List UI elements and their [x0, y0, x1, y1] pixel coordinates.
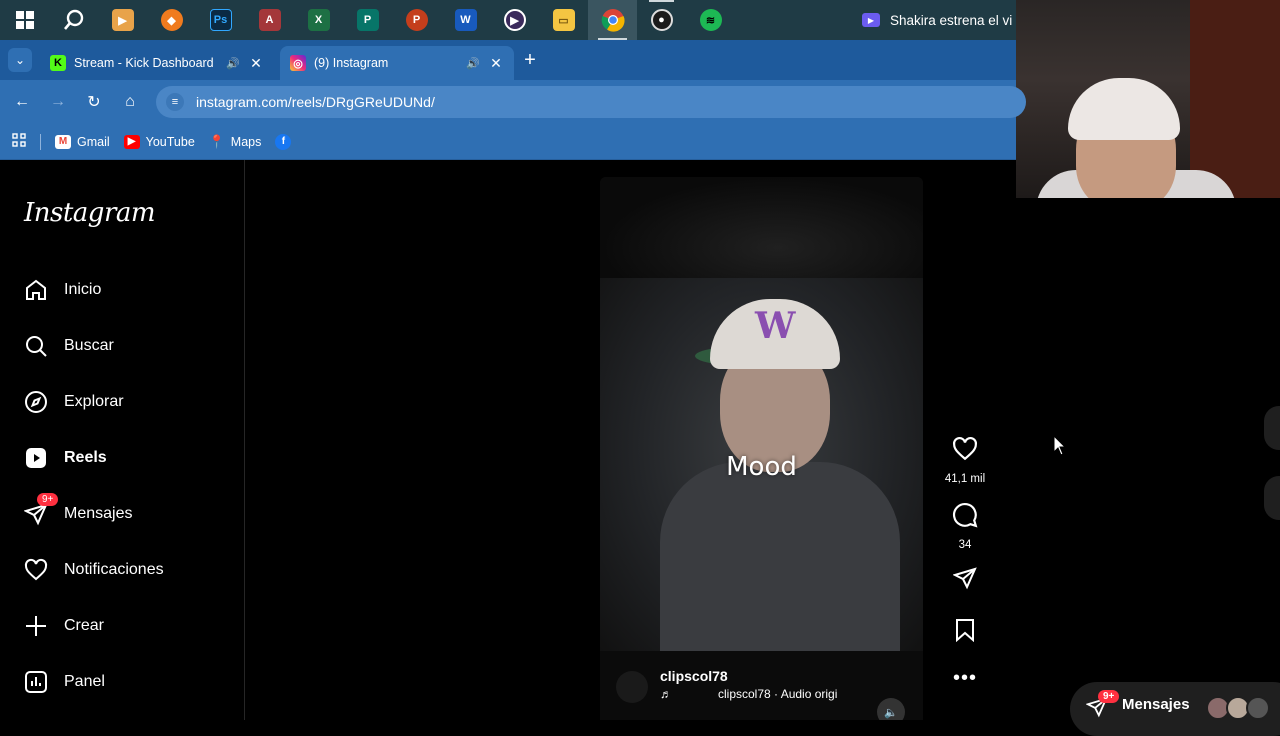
- reel-audio[interactable]: ♬ clipscol78 · Audio origi: [660, 687, 837, 701]
- obs-icon[interactable]: ●: [637, 0, 686, 40]
- browser-toolbar: ← → ↻ ⌂ ≡ instagram.com/reels/DRgGReUDUN…: [0, 80, 1026, 124]
- avatar: [1245, 696, 1270, 720]
- tab-kick[interactable]: K Stream - Kick Dashboard 🔊 ✕: [40, 46, 274, 80]
- speaker-icon[interactable]: 🔊: [226, 57, 240, 70]
- webcam-overlay: [1016, 0, 1280, 198]
- speaker-icon[interactable]: 🔊: [466, 57, 480, 70]
- tab-title: (9) Instagram: [314, 56, 389, 70]
- plus-icon: [24, 614, 48, 638]
- reel-overlay-text: Mood: [726, 452, 797, 482]
- messenger-icon: 9+: [24, 493, 59, 526]
- avatar[interactable]: [616, 671, 648, 703]
- messages-badge: 9+: [37, 493, 59, 506]
- like-button[interactable]: 41,1 mil: [940, 436, 990, 485]
- nav-buscar[interactable]: Buscar: [24, 326, 114, 366]
- nav-explorar[interactable]: Explorar: [24, 382, 124, 422]
- apps-grid-icon[interactable]: [12, 133, 26, 150]
- share-icon: [952, 566, 977, 595]
- nav-inicio[interactable]: Inicio: [24, 270, 101, 310]
- forward-icon[interactable]: →: [46, 90, 70, 114]
- like-count: 41,1 mil: [944, 473, 986, 485]
- home-icon: [24, 278, 48, 302]
- save-button[interactable]: [940, 618, 990, 647]
- browser-tab-bar: ⌄ K Stream - Kick Dashboard 🔊 ✕ ◎ (9) In…: [0, 40, 1016, 80]
- mouse-cursor-icon: [1053, 434, 1067, 462]
- comment-button[interactable]: 34: [940, 502, 990, 551]
- windows-start-icon[interactable]: [0, 0, 49, 40]
- messages-pill-label: Mensajes: [1122, 696, 1190, 713]
- tab-search-button[interactable]: ⌄: [8, 48, 32, 72]
- new-tab-button[interactable]: +: [518, 46, 542, 74]
- word-icon[interactable]: W: [441, 0, 490, 40]
- bookmark-gmail[interactable]: M Gmail: [55, 134, 110, 149]
- heart-icon: [952, 436, 978, 467]
- nav-mensajes[interactable]: 9+ Mensajes: [24, 493, 132, 534]
- instagram-favicon-icon: ◎: [290, 55, 306, 71]
- photoshop-icon[interactable]: Ps: [196, 0, 245, 40]
- comment-count: 34: [958, 539, 972, 551]
- reel-username[interactable]: clipscol78: [660, 668, 728, 684]
- media-player-icon[interactable]: ▶: [98, 0, 147, 40]
- spotify-icon[interactable]: ≋: [686, 0, 735, 40]
- bookmark-maps[interactable]: 📍 Maps: [208, 133, 262, 149]
- news-text: Shakira estrena el vi: [890, 12, 1013, 28]
- search-icon: [24, 334, 48, 358]
- reel-player[interactable]: W Mood clipscol78 ♬ clipscol78 · Audio o…: [600, 177, 923, 720]
- music-note-icon: ♬: [660, 687, 672, 701]
- close-tab-icon[interactable]: ✕: [488, 55, 504, 72]
- bookmarks-bar: M Gmail ▶ YouTube 📍 Maps f: [0, 124, 1016, 160]
- bookmark-icon: [954, 618, 976, 647]
- next-reel-button[interactable]: [1264, 476, 1280, 520]
- news-video-icon: ▶: [862, 13, 880, 27]
- publisher-icon[interactable]: P: [343, 0, 392, 40]
- tab-title: Stream - Kick Dashboard: [74, 56, 214, 70]
- close-tab-icon[interactable]: ✕: [248, 55, 264, 72]
- address-bar[interactable]: ≡ instagram.com/reels/DRgGReUDUNd/: [156, 86, 1026, 118]
- compass-icon: [24, 390, 48, 414]
- nav-panel[interactable]: Panel: [24, 662, 105, 702]
- maps-icon: 📍: [208, 133, 225, 149]
- taskbar-news[interactable]: ▶ Shakira estrena el vi: [862, 0, 1016, 40]
- chrome-icon[interactable]: [588, 0, 637, 40]
- taskbar: ▶ ◆ Ps A X P P W ▶ ▭ ● ≋ ▶ Shakira estre…: [0, 0, 1016, 40]
- message-avatars: [1205, 696, 1270, 720]
- gmail-icon: M: [55, 134, 71, 149]
- search-icon[interactable]: [49, 0, 98, 40]
- instagram-sidebar: Instagram Inicio Buscar Explorar Reels 9…: [0, 160, 245, 720]
- home-icon[interactable]: ⌂: [118, 90, 142, 114]
- back-icon[interactable]: ←: [10, 90, 34, 114]
- bookmark-youtube[interactable]: ▶ YouTube: [123, 134, 195, 149]
- nav-reels[interactable]: Reels: [24, 438, 107, 478]
- tab-instagram[interactable]: ◎ (9) Instagram 🔊 ✕: [280, 46, 514, 80]
- heart-icon: [24, 558, 48, 582]
- more-icon: •••: [952, 667, 977, 689]
- access-icon[interactable]: A: [245, 0, 294, 40]
- reload-icon[interactable]: ↻: [82, 90, 106, 114]
- share-button[interactable]: [940, 566, 990, 595]
- previous-reel-button[interactable]: [1264, 406, 1280, 450]
- instagram-logo[interactable]: Instagram: [24, 198, 156, 228]
- file-explorer-icon[interactable]: ▭: [539, 0, 588, 40]
- youtube-icon: ▶: [123, 134, 140, 149]
- nav-crear[interactable]: Crear: [24, 606, 104, 646]
- comment-icon: [952, 502, 978, 533]
- reels-icon: [24, 446, 48, 470]
- fl-studio-icon[interactable]: ◆: [147, 0, 196, 40]
- more-options-button[interactable]: •••: [940, 667, 990, 689]
- mute-icon[interactable]: 🔈: [877, 698, 905, 720]
- reel-footer: clipscol78 ♬ clipscol78 · Audio origi 🔈: [600, 651, 923, 720]
- messenger-icon: 9+: [1085, 690, 1120, 720]
- excel-icon[interactable]: X: [294, 0, 343, 40]
- clipchamp-icon[interactable]: ▶: [490, 0, 539, 40]
- site-info-icon[interactable]: ≡: [166, 93, 184, 111]
- nav-notificaciones[interactable]: Notificaciones: [24, 550, 164, 590]
- facebook-icon: f: [275, 133, 292, 150]
- messages-badge: 9+: [1098, 690, 1120, 703]
- messages-pill[interactable]: 9+ Mensajes: [1070, 682, 1280, 736]
- url-text: instagram.com/reels/DRgGReUDUNd/: [196, 94, 435, 110]
- powerpoint-icon[interactable]: P: [392, 0, 441, 40]
- kick-favicon-icon: K: [50, 55, 66, 71]
- dashboard-icon: [24, 670, 48, 694]
- bookmark-facebook[interactable]: f: [275, 133, 292, 150]
